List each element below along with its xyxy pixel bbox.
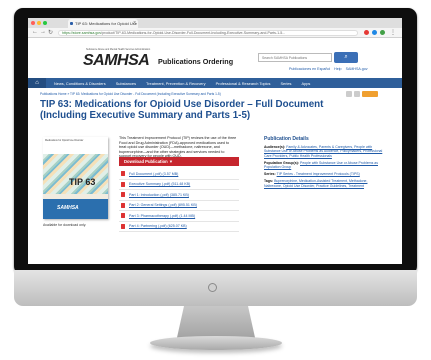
series-link[interactable]: TIP Series - Treatment Improvement Proto…	[277, 172, 360, 176]
population-label: Population Group(s):	[264, 160, 299, 165]
nav-item-apps[interactable]: Apps	[296, 81, 315, 86]
search-input[interactable]: Search SAMHSA Publications	[258, 53, 332, 62]
list-item[interactable]: Executive Summary (.pdf) (511.48 KB)	[119, 180, 239, 190]
forward-icon[interactable]: →	[40, 29, 46, 35]
link-help[interactable]: Help	[334, 67, 341, 71]
search-button[interactable]: ⌕	[334, 52, 358, 63]
extension-icon[interactable]	[364, 30, 369, 35]
list-item[interactable]: Part 4: Partnering (.pdf) (625.07 KB)	[119, 222, 239, 232]
pdf-icon	[121, 202, 125, 208]
minimize-window-icon[interactable]	[37, 21, 41, 25]
nav-item-professional[interactable]: Professional & Research Topics	[211, 81, 276, 86]
email-icon[interactable]	[354, 91, 360, 97]
download-list: Full Document (.pdf) (3.57 MB) Executive…	[119, 169, 239, 232]
details-title: Publication Details	[264, 136, 309, 142]
pdf-icon	[121, 213, 125, 219]
list-item[interactable]: Part 3: Pharmacotherapy (.pdf) (1.44 MB)	[119, 211, 239, 222]
download-link[interactable]: Part 1: Introduction (.pdf) (385.71 KB)	[129, 193, 189, 197]
publication-details: Audience(s): Family & Advocates, Parents…	[264, 145, 386, 191]
header-links: Publicaciones en Español Help SAMHSA.gov	[289, 67, 371, 71]
url-secure: https://store.samhsa.gov	[62, 31, 102, 35]
address-bar[interactable]: https://store.samhsa.gov/product/TIP-63-…	[58, 30, 358, 36]
pdf-icon	[121, 171, 125, 177]
samhsa-logo[interactable]: SAMHSA	[83, 52, 150, 70]
screen: TIP 63: Medications for Opioid Use × ← →…	[28, 18, 402, 264]
link-samhsa-gov[interactable]: SAMHSA.gov	[346, 67, 368, 71]
cover-code: TIP 63	[69, 177, 96, 187]
breadcrumb[interactable]: Publications Home » TIP 63: Medications …	[40, 92, 221, 96]
url-path: /product/TIP-63-Medications-for-Opioid-U…	[101, 31, 286, 35]
pdf-icon	[121, 181, 125, 187]
cover-art	[43, 154, 108, 194]
browser-tab[interactable]: TIP 63: Medications for Opioid Use ×	[68, 19, 138, 28]
print-icon[interactable]	[346, 91, 352, 97]
nav-item-series[interactable]: Series	[275, 81, 296, 86]
extension-icon[interactable]	[372, 30, 377, 35]
cover-text: Medications for Opioid Use Disorder	[43, 137, 108, 154]
availability-note: Available for download only.	[43, 223, 87, 227]
nav-item-news[interactable]: News, Conditions & Disorders	[49, 81, 111, 86]
tags-links[interactable]: Buprenorphine, Medication-Assisted Treat…	[264, 179, 367, 187]
page-title: TIP 63: Medications for Opioid Use Disor…	[40, 99, 324, 121]
back-icon[interactable]: ←	[32, 29, 38, 35]
download-link[interactable]: Executive Summary (.pdf) (511.48 KB)	[129, 182, 190, 186]
logo-tagline: Substance Abuse and Mental Health Servic…	[86, 48, 151, 51]
menu-icon[interactable]: ⋮	[390, 29, 396, 36]
favicon-icon	[70, 22, 73, 25]
tab-close-icon[interactable]: ×	[133, 19, 136, 28]
maximize-window-icon[interactable]	[43, 21, 47, 25]
browser-toolbar: ← → ↻ https://store.samhsa.gov/product/T…	[28, 28, 402, 38]
close-window-icon[interactable]	[31, 21, 35, 25]
nav-item-substances[interactable]: Substances	[111, 81, 141, 86]
download-link[interactable]: Part 2: General Settings (.pdf) (895.51 …	[129, 203, 197, 207]
list-item[interactable]: Part 1: Introduction (.pdf) (385.71 KB)	[119, 190, 239, 201]
home-icon[interactable]: ⌂	[28, 78, 46, 88]
reload-icon[interactable]: ↻	[48, 29, 53, 36]
list-item[interactable]: Full Document (.pdf) (3.57 MB)	[119, 169, 239, 180]
nav-item-treatment[interactable]: Treatment, Prevention & Recovery	[141, 81, 211, 86]
pdf-icon	[121, 223, 125, 229]
site-header: Substance Abuse and Mental Health Servic…	[28, 38, 402, 78]
publication-description: This Treatment Improvement Protocol (TIP…	[119, 136, 237, 158]
audience-label: Audience(s):	[264, 145, 286, 149]
share-toolbar	[346, 91, 378, 97]
download-header: Download Publication ▼	[119, 157, 239, 166]
browser-tab-bar: TIP 63: Medications for Opioid Use ×	[28, 18, 402, 28]
main-nav: ⌂ News, Conditions & Disorders Substance…	[28, 78, 402, 88]
download-link[interactable]: Full Document (.pdf) (3.57 MB)	[129, 172, 178, 176]
share-button[interactable]	[362, 91, 378, 97]
download-header-label: Download Publication	[124, 159, 168, 164]
site-title: Publications Ordering	[158, 57, 234, 66]
publication-cover: Medications for Opioid Use Disorder TIP …	[43, 137, 108, 219]
tags-label: Tags:	[264, 179, 274, 184]
tab-title: TIP 63: Medications for Opioid Use	[75, 21, 137, 26]
extension-icon[interactable]	[380, 30, 385, 35]
pdf-icon	[121, 192, 125, 198]
power-button-icon	[208, 283, 217, 292]
download-link[interactable]: Part 4: Partnering (.pdf) (625.07 KB)	[129, 224, 187, 228]
series-label: Series:	[264, 172, 276, 177]
link-espanol[interactable]: Publicaciones en Español	[289, 67, 330, 71]
cover-brand: SAMHSA	[43, 199, 108, 219]
download-arrow-icon: ▼	[168, 159, 174, 164]
search-icon: ⌕	[344, 54, 348, 60]
monitor-stand-foot	[150, 336, 282, 350]
download-link[interactable]: Part 3: Pharmacotherapy (.pdf) (1.44 MB)	[129, 214, 195, 218]
list-item[interactable]: Part 2: General Settings (.pdf) (895.51 …	[119, 201, 239, 211]
